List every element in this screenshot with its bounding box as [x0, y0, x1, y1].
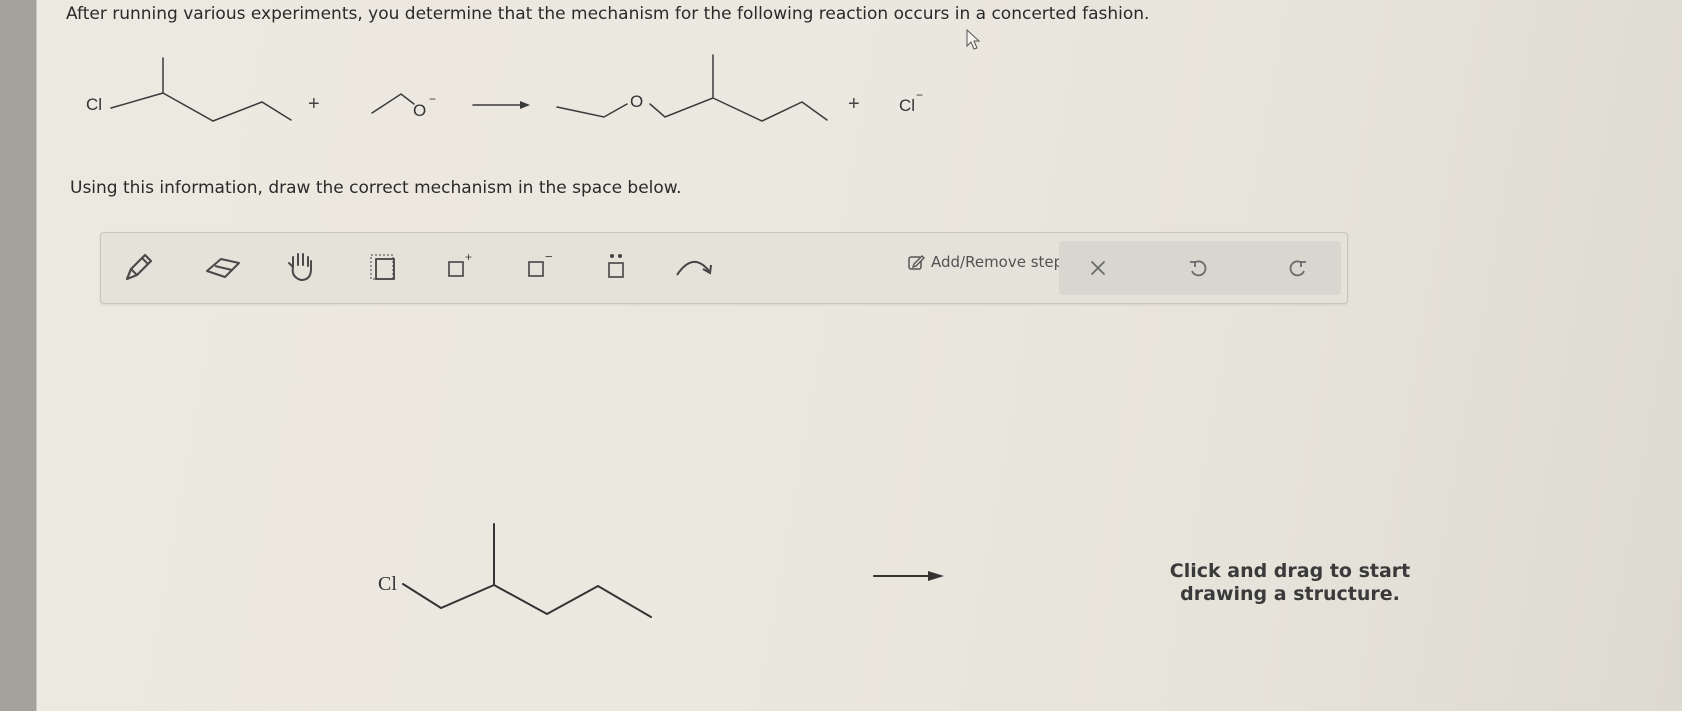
svg-text:−: − [545, 249, 553, 264]
add-positive-charge-tool[interactable]: + [437, 243, 485, 291]
add-negative-charge-tool[interactable]: − [517, 243, 565, 291]
move-tool[interactable] [277, 243, 325, 291]
reactant1-skeleton [110, 57, 292, 122]
reactant2-skeleton [371, 93, 415, 114]
product2-charge: − [916, 88, 923, 102]
curved-arrow-tool[interactable] [671, 243, 719, 291]
curved-arrow-icon [676, 261, 712, 276]
selection-box-icon [370, 254, 395, 280]
select-tool[interactable] [359, 243, 407, 291]
eraser-icon [206, 258, 240, 278]
negative-charge-icon: − [528, 249, 553, 277]
redo-button[interactable] [1275, 246, 1321, 290]
edit-icon [908, 255, 925, 270]
product2-cl-label: Cl [899, 96, 915, 115]
hand-icon [288, 253, 312, 282]
eraser-tool[interactable] [199, 243, 247, 291]
cursor-icon [966, 28, 981, 50]
reactant2-charge: − [429, 92, 436, 106]
positive-charge-icon: + [448, 250, 472, 277]
instruction-text: Using this information, draw the correct… [70, 178, 682, 198]
product1-o-label: O [630, 92, 643, 111]
pencil-tool[interactable] [115, 243, 163, 291]
clear-icon [1091, 261, 1105, 275]
drawing-toolbar: + − Add/Remove step [100, 232, 1348, 304]
reactant2-o-label: O [413, 101, 426, 120]
plus-sign: + [848, 93, 860, 115]
reactant1-cl-label: Cl [86, 95, 102, 114]
lone-pair-icon [608, 254, 624, 278]
undo-icon [1190, 260, 1207, 277]
add-remove-step-button[interactable]: Add/Remove step [907, 253, 1063, 271]
pencil-icon [125, 253, 153, 281]
product1-skeleton [556, 54, 828, 122]
svg-text:+: + [465, 250, 472, 264]
canvas-hint: Click and drag to start drawing a struct… [1169, 560, 1411, 605]
redo-icon [1289, 260, 1306, 277]
plus-sign: + [308, 93, 320, 115]
lone-pair-tool[interactable] [593, 243, 641, 291]
add-remove-step-label: Add/Remove step [931, 253, 1064, 271]
action-buttons [1059, 241, 1341, 295]
undo-button[interactable] [1175, 246, 1221, 290]
drawing-canvas[interactable] [40, 310, 1680, 710]
clear-button[interactable] [1075, 246, 1121, 290]
